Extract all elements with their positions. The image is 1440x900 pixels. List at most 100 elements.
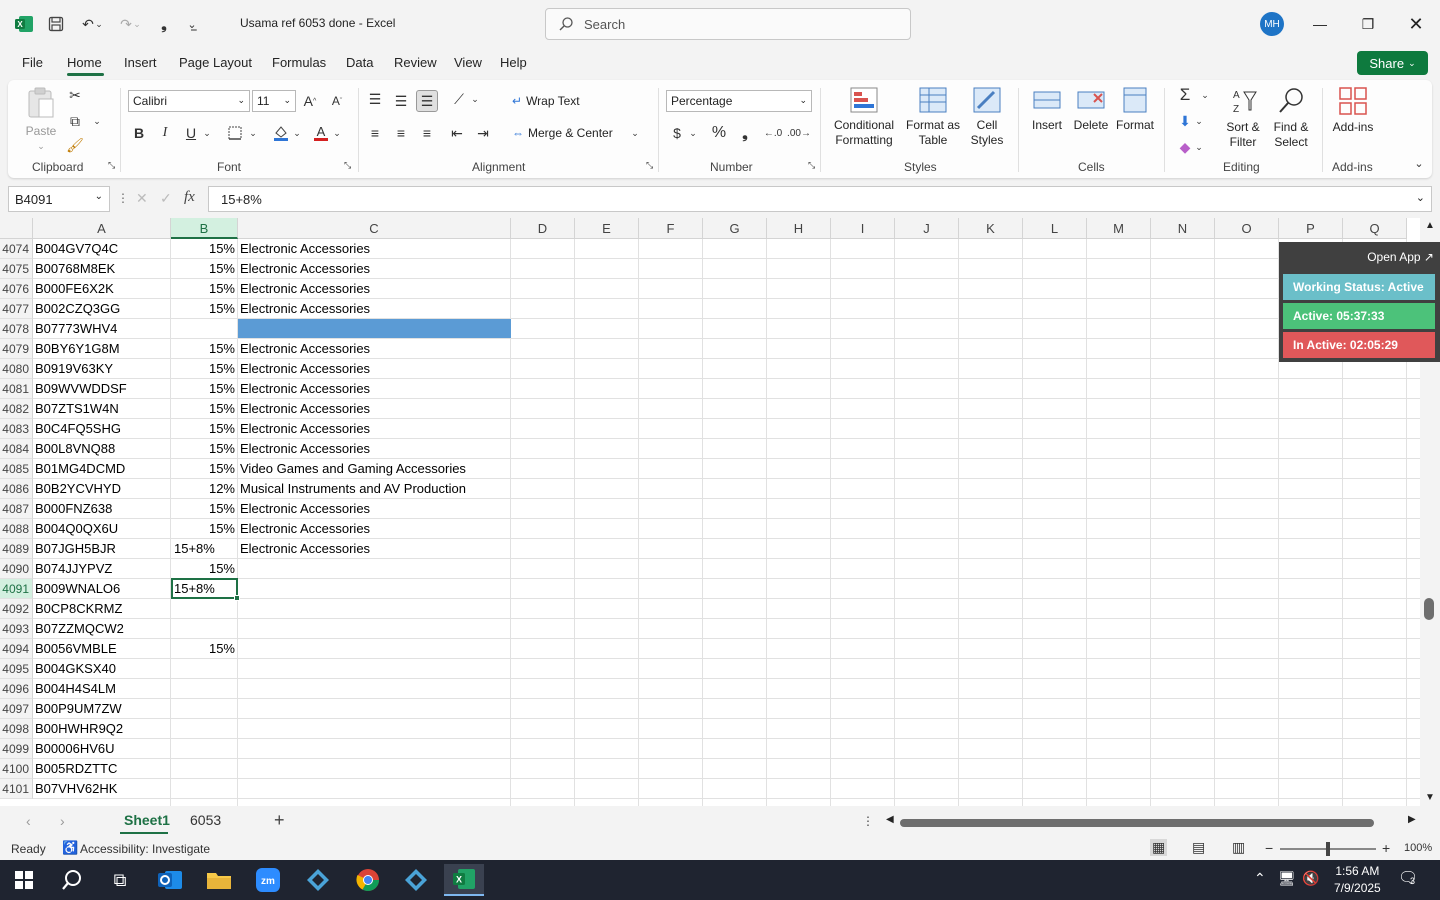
column-header[interactable]: A xyxy=(33,218,171,239)
cell-c[interactable]: Electronic Accessories xyxy=(240,519,370,539)
cell-styles-button[interactable]: Cell Styles xyxy=(964,86,1010,148)
borders-dropdown-icon[interactable]: ⌄ xyxy=(246,122,260,144)
cell-a[interactable]: B000FE6X2K xyxy=(35,279,114,299)
comma-style-icon[interactable]: ❟ xyxy=(152,12,176,36)
column-header[interactable]: K xyxy=(959,218,1023,239)
autosum-dropdown-icon[interactable]: ⌄ xyxy=(1198,84,1212,106)
column-header[interactable]: O xyxy=(1215,218,1279,239)
cell-b[interactable]: 15+8% xyxy=(174,539,237,559)
dialog-launcher-icon[interactable]: ⤡ xyxy=(344,160,351,171)
column-header[interactable]: Q xyxy=(1343,218,1407,239)
cell-b[interactable]: 15% xyxy=(172,339,235,359)
windows-start-icon[interactable] xyxy=(4,864,44,896)
file-explorer-icon[interactable] xyxy=(199,864,239,896)
row-header[interactable]: 4089 xyxy=(0,539,33,559)
zoom-out-icon[interactable]: − xyxy=(1265,840,1273,856)
task-view-icon[interactable]: ⧉ xyxy=(100,864,140,896)
decrease-indent-icon[interactable]: ⇤ xyxy=(446,122,468,144)
comma-icon[interactable]: ❟ xyxy=(734,122,756,144)
notifications-icon[interactable]: 🗨 xyxy=(1398,868,1418,888)
column-header[interactable]: M xyxy=(1087,218,1151,239)
increase-font-size-icon[interactable]: A ^ xyxy=(299,90,321,112)
sort-filter-button[interactable]: AZ Sort & Filter xyxy=(1220,86,1266,150)
cell-c[interactable]: Electronic Accessories xyxy=(240,279,370,299)
outlook-icon[interactable] xyxy=(150,864,190,896)
cell-a[interactable]: B07773WHV4 xyxy=(35,319,117,339)
format-as-table-button[interactable]: Format as Table xyxy=(902,86,964,148)
orientation-icon[interactable]: ⟋ xyxy=(448,88,470,110)
cell-a[interactable]: B07VHV62HK xyxy=(35,779,117,799)
fill-dropdown-icon[interactable]: ⌄ xyxy=(1192,110,1206,132)
row-header[interactable]: 4076 xyxy=(0,279,33,299)
column-header[interactable]: H xyxy=(767,218,831,239)
font-name-combo[interactable]: Calibri ⌄ xyxy=(128,90,250,112)
app-diamond-icon[interactable] xyxy=(298,864,338,896)
cell-a[interactable]: B0BY6Y1G8M xyxy=(35,339,120,359)
increase-decimal-icon[interactable]: ←.0 xyxy=(762,122,784,144)
cell-a[interactable]: B00L8VNQ88 xyxy=(35,439,115,459)
row-header[interactable]: 4094 xyxy=(0,639,33,659)
align-left-icon[interactable]: ≡ xyxy=(364,122,386,144)
save-icon[interactable] xyxy=(44,12,68,36)
tab-data[interactable]: Data xyxy=(346,55,373,70)
spreadsheet-grid[interactable]: ABCDEFGHIJKLMNOPQ 4074 B004GV7Q4C 15% Elect… xyxy=(0,218,1420,806)
underline-dropdown-icon[interactable]: ⌄ xyxy=(200,122,214,144)
column-header[interactable]: P xyxy=(1279,218,1343,239)
zoom-slider-thumb[interactable] xyxy=(1326,842,1330,856)
decrease-decimal-icon[interactable]: .00→ xyxy=(787,122,811,144)
cell-a[interactable]: B09WVWDDSF xyxy=(35,379,127,399)
wrap-text-button[interactable]: ↵ Wrap Text xyxy=(512,94,580,109)
insert-function-icon[interactable]: fx xyxy=(184,189,195,206)
column-header[interactable]: F xyxy=(639,218,703,239)
fill-handle[interactable] xyxy=(234,595,240,601)
cell-b[interactable]: 15% xyxy=(172,439,235,459)
row-header[interactable]: 4077 xyxy=(0,299,33,319)
cell-b[interactable]: 15% xyxy=(172,259,235,279)
merge-dropdown-icon[interactable]: ⌄ xyxy=(628,122,642,144)
row-header[interactable]: 4081 xyxy=(0,379,33,399)
align-center-icon[interactable]: ≡ xyxy=(390,122,412,144)
row-header[interactable]: 4101 xyxy=(0,779,33,799)
cell-b[interactable]: 15% xyxy=(172,519,235,539)
row-header[interactable]: 4083 xyxy=(0,419,33,439)
column-header[interactable]: L xyxy=(1023,218,1087,239)
row-header[interactable]: 4080 xyxy=(0,359,33,379)
prev-sheet-icon[interactable]: ‹ xyxy=(26,813,31,829)
autosum-icon[interactable]: Σ xyxy=(1174,84,1196,106)
conditional-formatting-button[interactable]: Conditional Formatting xyxy=(826,86,902,148)
italic-button[interactable]: I xyxy=(154,122,176,144)
cell-b[interactable]: 12% xyxy=(172,479,235,499)
column-header[interactable]: N xyxy=(1151,218,1215,239)
add-sheet-icon[interactable]: + xyxy=(274,810,285,831)
tab-formulas[interactable]: Formulas xyxy=(272,55,326,70)
underline-button[interactable]: U xyxy=(180,122,202,144)
next-sheet-icon[interactable]: › xyxy=(60,813,65,829)
name-box[interactable]: B4091 ⌄ xyxy=(8,186,110,212)
format-cells-button[interactable]: Format xyxy=(1114,86,1156,133)
cell-c[interactable]: Electronic Accessories xyxy=(240,379,370,399)
dialog-launcher-icon[interactable]: ⤡ xyxy=(108,160,115,171)
row-header[interactable]: 4091 xyxy=(0,579,33,599)
filled-cell-c4078[interactable] xyxy=(238,319,511,338)
close-icon[interactable]: ✕ xyxy=(1404,12,1428,36)
collapse-ribbon-icon[interactable]: ⌄ xyxy=(1408,152,1430,174)
row-header[interactable]: 4093 xyxy=(0,619,33,639)
column-header[interactable]: J xyxy=(895,218,959,239)
search-icon[interactable] xyxy=(52,864,92,896)
cell-b[interactable]: 15% xyxy=(172,359,235,379)
horizontal-scroll-thumb[interactable] xyxy=(900,819,1374,827)
row-header[interactable]: 4090 xyxy=(0,559,33,579)
zoom-icon[interactable]: zm xyxy=(248,864,288,896)
cell-a[interactable]: B005RDZTTC xyxy=(35,759,117,779)
cell-b[interactable]: 15% xyxy=(172,419,235,439)
customize-quick-access-icon[interactable]: ⌄̲ xyxy=(180,12,204,36)
vertical-scroll-thumb[interactable] xyxy=(1424,598,1434,620)
row-header[interactable]: 4100 xyxy=(0,759,33,779)
middle-align-icon[interactable]: ☰ xyxy=(390,90,412,112)
align-right-icon[interactable]: ≡ xyxy=(416,122,438,144)
cancel-icon[interactable]: ✕ xyxy=(136,190,148,207)
column-header[interactable]: G xyxy=(703,218,767,239)
zoom-level[interactable]: 100% xyxy=(1404,842,1432,854)
search-box[interactable]: Search xyxy=(545,8,911,40)
column-header[interactable]: C xyxy=(238,218,511,239)
